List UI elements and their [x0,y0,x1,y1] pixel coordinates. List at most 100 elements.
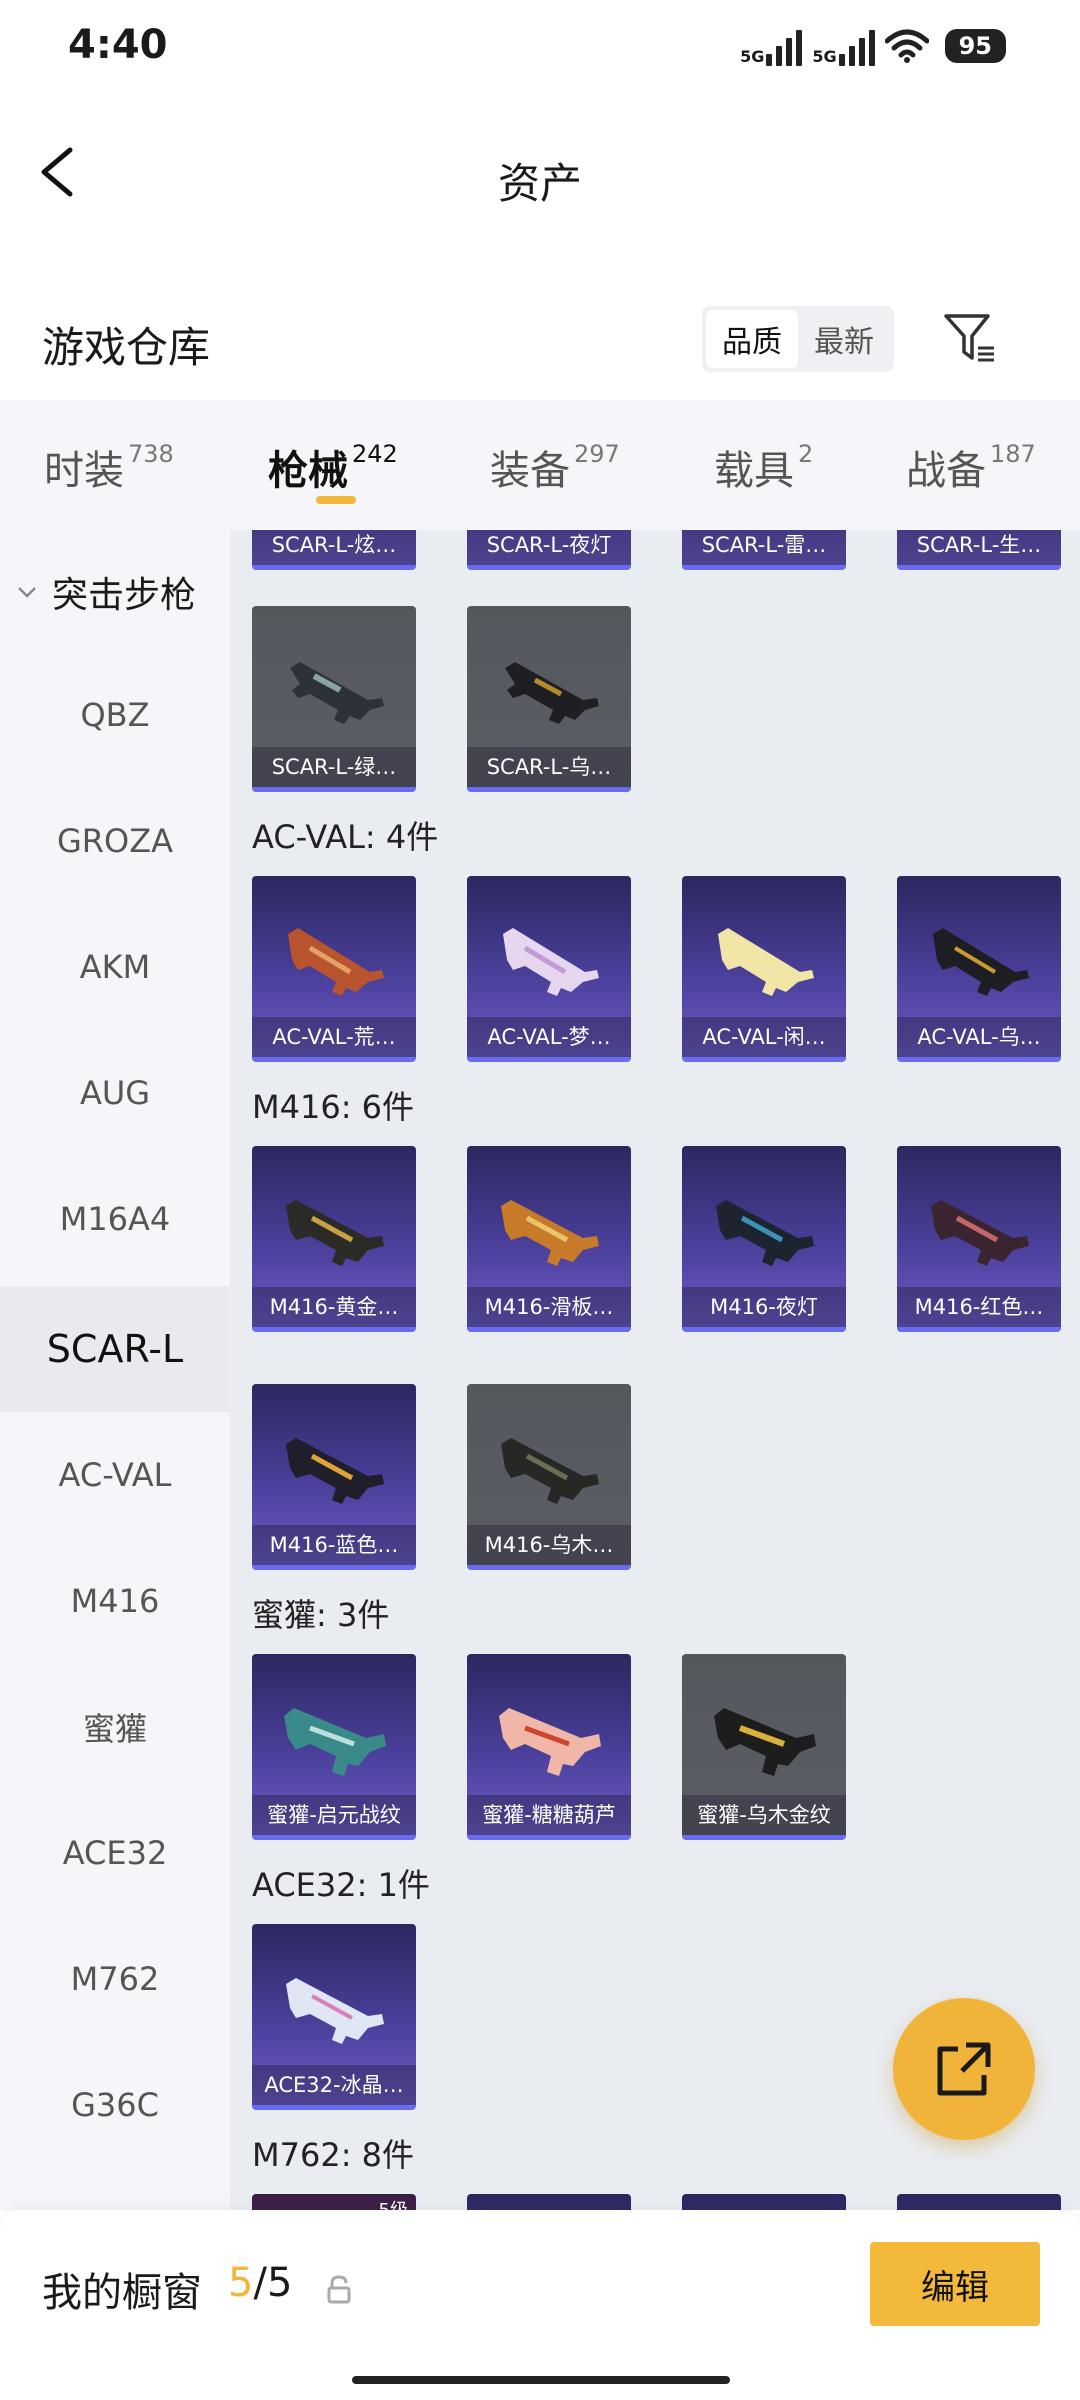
weapon-card[interactable]: SCAR-L-炫… [252,530,416,570]
weapon-card[interactable]: SCAR-L-夜灯 [467,530,631,570]
section-title-m762: M762: 8件 [252,2136,415,2174]
sort-newest-button[interactable]: 最新 [798,310,890,368]
sidebar-item-akm[interactable]: AKM [0,904,230,1030]
rifle-icon [503,928,599,996]
weapon-card-label: M416-乌木… [467,1525,631,1565]
showcase-current: 5 [228,2260,254,2306]
tab-supplies[interactable]: 战备 187 [906,438,1036,496]
tab-label: 装备 [490,448,570,494]
tab-count: 297 [574,440,620,468]
weapon-card[interactable]: M416-滑板… [467,1146,631,1332]
sidebar-item-scar-l[interactable]: SCAR-L [0,1286,230,1412]
weapon-card[interactable] [897,2194,1061,2210]
sidebar-group-label: 突击步枪 [52,575,197,616]
sidebar-item-aug[interactable]: AUG [0,1030,230,1156]
app-header: 资产 [0,96,1080,256]
weapon-card-label: ACE32-冰晶… [252,2065,416,2105]
category-tabs: 时装 738 枪械 242 装备 297 载具 2 战备 187 [0,400,1080,530]
sidebar-item-honey-badger[interactable]: 蜜獾 [0,1664,230,1790]
weapon-card[interactable] [682,2194,846,2210]
rifle-icon [505,662,599,724]
sidebar-item-groza[interactable]: GROZA [0,778,230,904]
rifle-icon [501,1438,599,1504]
share-icon [937,2042,991,2096]
rifle-icon [499,1708,601,1776]
weapon-card[interactable]: 蜜獾-糖糖葫芦 [467,1654,631,1840]
weapon-card-label: M416-黄金… [252,1287,416,1327]
weapon-card[interactable]: 蜜獾-启元战纹 [252,1654,416,1840]
tab-vehicles[interactable]: 载具 2 [714,438,813,496]
edit-button[interactable]: 编辑 [870,2242,1040,2326]
showcase-count: 5/5 [228,2260,292,2306]
weapon-card[interactable]: M416-红色… [897,1146,1061,1332]
weapon-card[interactable] [467,2194,631,2210]
filter-icon[interactable] [940,308,1000,368]
warehouse-title: 游戏仓库 [42,323,211,372]
sidebar-item-ac-val[interactable]: AC-VAL [0,1412,230,1538]
weapon-card[interactable]: AC-VAL-荒… [252,876,416,1062]
sidebar-item-m16a4[interactable]: M16A4 [0,1156,230,1282]
section-title-ac-val: AC-VAL: 4件 [252,818,439,856]
section-title-ace32: ACE32: 1件 [252,1866,430,1904]
tab-weapons[interactable]: 枪械 242 [268,438,398,496]
weapon-card-label: M416-夜灯 [682,1287,846,1327]
home-indicator[interactable] [352,2376,730,2384]
lock-icon [327,2275,351,2304]
page-title: 资产 [497,159,582,208]
tab-label: 战备 [906,448,986,494]
sidebar-group-assault-rifles[interactable]: 突击步枪 [0,552,230,632]
rifle-icon [286,1438,384,1504]
weapon-card-label: AC-VAL-梦… [467,1017,631,1057]
sidebar-item-g36c[interactable]: G36C [0,2042,230,2168]
weapon-card-label: SCAR-L-炫… [252,530,416,565]
sidebar-item-qbz[interactable]: QBZ [0,652,230,778]
battery-indicator: 95 [944,29,1006,63]
tab-count: 187 [990,440,1036,468]
weapon-card[interactable]: AC-VAL-闲… [682,876,846,1062]
rifle-icon [718,928,814,996]
showcase-bar: 我的橱窗 5/5 编辑 [0,2210,1080,2400]
status-icons: 5G 5G 95 [740,26,1006,66]
rifle-icon [286,1200,384,1266]
weapon-card[interactable]: SCAR-L-绿… [252,606,416,792]
weapon-card[interactable]: SCAR-L-雷… [682,530,846,570]
weapon-card-label: AC-VAL-乌… [897,1017,1061,1057]
weapon-card[interactable]: M416-蓝色… [252,1384,416,1570]
tab-count: 738 [128,440,174,468]
weapon-card[interactable]: AC-VAL-梦… [467,876,631,1062]
weapon-card[interactable]: ACE32-冰晶… [252,1924,416,2110]
network-type-1: 5G [740,47,765,66]
tab-fashion[interactable]: 时装 738 [44,438,174,496]
tab-label: 载具 [714,448,794,494]
status-bar: 4:40 5G 5G 95 [0,0,1080,96]
weapon-grid: SCAR-L-炫… SCAR-L-夜灯 SCAR-L-雷… SCAR-L-生… … [230,530,1080,2210]
sidebar-item-m416[interactable]: M416 [0,1538,230,1664]
tab-equipment[interactable]: 装备 297 [490,438,620,496]
weapon-card-label: AC-VAL-荒… [252,1017,416,1057]
signal-icon: 5G [740,26,803,66]
sidebar-item-ace32[interactable]: ACE32 [0,1790,230,1916]
weapon-card-label: 蜜獾-糖糖葫芦 [467,1795,631,1835]
share-button[interactable] [893,1998,1035,2140]
weapon-card[interactable]: SCAR-L-乌… [467,606,631,792]
level-badge: 5级 [379,2196,408,2210]
weapon-card-label: M416-蓝色… [252,1525,416,1565]
tab-count: 2 [798,440,814,468]
chevron-down-icon [18,587,36,598]
rifle-icon [501,1200,599,1266]
warehouse-bar: 游戏仓库 品质 最新 [0,280,1080,400]
rifle-icon [284,1708,386,1776]
weapon-card[interactable]: M416-黄金… [252,1146,416,1332]
sidebar-item-m762[interactable]: M762 [0,1916,230,2042]
weapon-card[interactable]: 蜜獾-乌木金纹 [682,1654,846,1840]
weapon-card[interactable]: AC-VAL-乌… [897,876,1061,1062]
weapon-card[interactable]: M416-夜灯 [682,1146,846,1332]
weapon-card[interactable]: SCAR-L-生… [897,530,1061,570]
tab-label: 枪械 [268,448,348,494]
status-time: 4:40 [68,22,168,68]
section-title-honey-badger: 蜜獾: 3件 [252,1596,390,1634]
weapon-card[interactable]: 5级 [252,2194,416,2210]
sort-quality-button[interactable]: 品质 [706,310,798,368]
weapon-card[interactable]: M416-乌木… [467,1384,631,1570]
weapon-card-label: 蜜獾-乌木金纹 [682,1795,846,1835]
